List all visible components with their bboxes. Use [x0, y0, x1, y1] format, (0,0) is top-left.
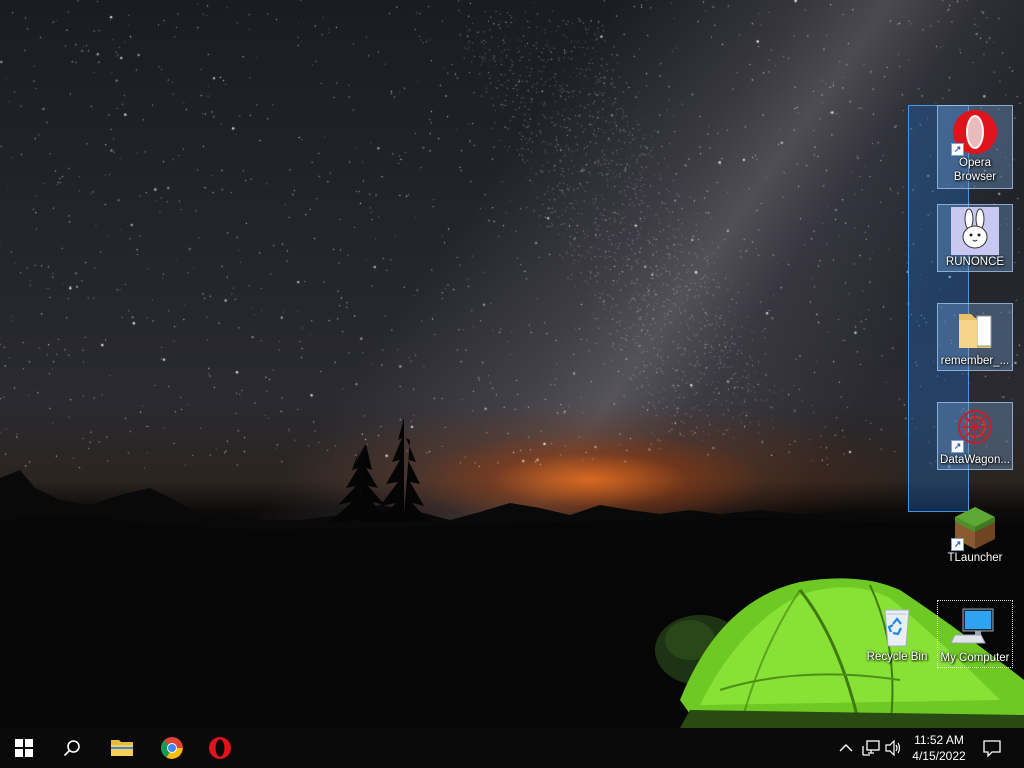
recycle-bin-icon [873, 602, 921, 650]
clock-date: 4/15/2022 [912, 749, 966, 763]
desktop-icon-recycle-bin[interactable]: Recycle Bin [859, 600, 935, 668]
windows-logo-icon [15, 739, 33, 757]
network-icon[interactable] [861, 738, 881, 758]
folder-icon [951, 306, 999, 354]
taskbar-clock[interactable]: 11:52 AM 4/15/2022 [904, 732, 974, 764]
file-explorer-button[interactable] [98, 728, 146, 768]
computer-icon [950, 603, 999, 651]
opera-taskbar-button[interactable] [196, 728, 244, 768]
chevron-up-icon[interactable] [836, 738, 856, 758]
shortcut-arrow-icon: ↗ [951, 538, 964, 551]
start-button[interactable] [0, 728, 48, 768]
desktop-icon-label: remember_... [940, 355, 1010, 367]
volume-icon[interactable] [884, 738, 904, 758]
opera-icon: ↗ [951, 108, 999, 156]
desktop-icon-datawagon[interactable]: ↗ DataWagon... [937, 402, 1013, 470]
desktop-icon-label: Recycle Bin [866, 651, 928, 663]
notification-icon[interactable] [982, 738, 1002, 758]
folder-icon [111, 740, 133, 756]
desktop-icon-label: DataWagon... [940, 454, 1010, 466]
desktop[interactable]: ↗ Opera Browser RUNONCE remember_... ↗ D… [0, 0, 1024, 728]
desktop-icon-label: RUNONCE [945, 256, 1005, 268]
desktop-icon-runonce[interactable]: RUNONCE [937, 204, 1013, 272]
chrome-button[interactable] [148, 728, 196, 768]
desktop-icon-label: My Computer [940, 652, 1010, 664]
opera-icon [209, 737, 231, 759]
clock-time: 11:52 AM [914, 733, 964, 747]
search-button[interactable] [48, 728, 96, 768]
shortcut-arrow-icon: ↗ [951, 440, 964, 453]
bunny-icon [951, 207, 999, 255]
chrome-icon [161, 737, 183, 759]
taskbar: 11:52 AM 4/15/2022 [0, 728, 1024, 768]
desktop-icon-my-computer[interactable]: My Computer [937, 600, 1013, 668]
datawagon-icon: ↗ [951, 405, 999, 453]
grass-block-icon: ↗ [951, 503, 999, 551]
desktop-icon-remember[interactable]: remember_... [937, 303, 1013, 371]
desktop-icon-tlauncher[interactable]: ↗ TLauncher [937, 501, 1013, 569]
search-icon [63, 740, 80, 757]
desktop-icon-label: TLauncher [947, 552, 1003, 564]
desktop-icon-opera[interactable]: ↗ Opera Browser [937, 105, 1013, 189]
desktop-icon-label: Opera Browser [953, 157, 997, 183]
shortcut-arrow-icon: ↗ [951, 143, 964, 156]
